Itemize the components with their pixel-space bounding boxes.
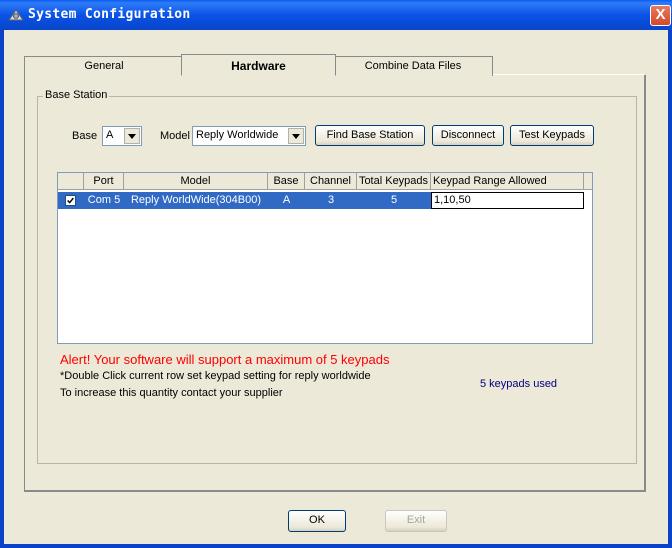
exit-button[interactable]: Exit [385, 510, 447, 532]
disconnect-button[interactable]: Disconnect [432, 125, 504, 146]
test-keypads-button[interactable]: Test Keypads [510, 125, 594, 146]
column-header-total-keypads[interactable]: Total Keypads [357, 173, 431, 190]
tab-general[interactable]: General [24, 56, 184, 76]
alert-message: Alert! Your software will support a maxi… [60, 352, 390, 367]
settings-icon [8, 9, 24, 21]
tab-combine-label: Combine Data Files [364, 60, 462, 72]
tab-hardware[interactable]: Hardware [181, 54, 336, 76]
cell-keypad-range[interactable]: 1,10,50 [431, 192, 584, 209]
close-button[interactable]: X [650, 5, 671, 26]
keypad-table[interactable]: Port Model Base Channel Total Keypads Ke… [57, 172, 593, 344]
base-select[interactable]: A [102, 126, 142, 146]
model-label: Model [160, 130, 190, 142]
cell-model: Reply WorldWide(304B00) [124, 192, 268, 209]
find-base-station-button[interactable]: Find Base Station [315, 125, 425, 146]
column-header-filler [584, 173, 592, 190]
cell-total-keypads: 5 [357, 192, 431, 209]
row-checkbox-cell[interactable] [58, 192, 84, 209]
table-row[interactable]: Com 5 Reply WorldWide(304B00) A 3 5 1,10… [58, 192, 584, 209]
title-bar[interactable]: System Configuration X [0, 0, 672, 30]
cell-base: A [268, 192, 305, 209]
checkbox-checked-icon[interactable] [65, 195, 76, 206]
keypads-used-text: 5 keypads used [480, 378, 558, 390]
column-header-channel[interactable]: Channel [305, 173, 357, 190]
chevron-down-icon[interactable] [124, 128, 140, 144]
tab-hardware-label: Hardware [231, 59, 286, 73]
close-icon: X [655, 6, 666, 23]
tab-general-label: General [84, 60, 124, 72]
column-header-keypad-range[interactable]: Keypad Range Allowed [431, 173, 584, 190]
hint-message: *Double Click current row set keypad set… [60, 370, 371, 382]
model-select[interactable]: Reply Worldwide [192, 126, 306, 146]
column-header-port[interactable]: Port [84, 173, 124, 190]
base-select-value: A [106, 129, 114, 141]
column-header-model[interactable]: Model [124, 173, 268, 190]
model-select-value: Reply Worldwide [196, 129, 279, 141]
window-title: System Configuration [28, 7, 191, 22]
base-station-group-label: Base Station [43, 89, 110, 101]
column-header-base[interactable]: Base [268, 173, 305, 190]
ok-button[interactable]: OK [288, 510, 346, 532]
tab-combine-data-files[interactable]: Combine Data Files [333, 56, 493, 76]
column-header-check[interactable] [58, 173, 84, 190]
base-label: Base [72, 130, 98, 142]
cell-port: Com 5 [84, 192, 124, 209]
chevron-down-icon[interactable] [288, 128, 304, 144]
cell-channel: 3 [305, 192, 357, 209]
contact-message: To increase this quantity contact your s… [60, 387, 283, 399]
